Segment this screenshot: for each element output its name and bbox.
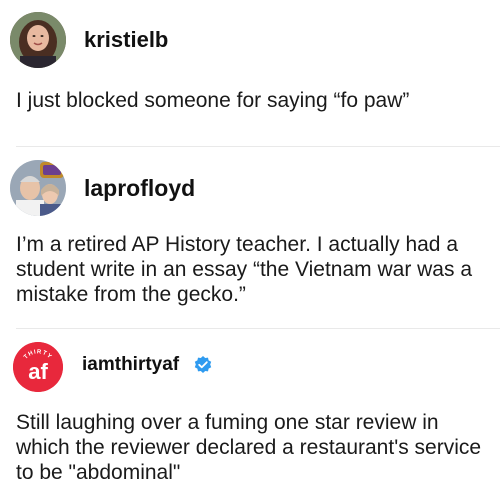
verified-badge-icon xyxy=(193,355,213,380)
logo-badge-text: af xyxy=(28,359,48,384)
post-text: Still laughing over a fuming one star re… xyxy=(16,411,482,484)
username-laprofloyd[interactable]: laprofloyd xyxy=(84,175,195,202)
avatar-iamthirtyaf[interactable]: THIRTY af xyxy=(13,342,63,392)
profile-photo-icon xyxy=(10,12,66,68)
post-text: I just blocked someone for saying “fo pa… xyxy=(16,89,410,112)
username-kristielb[interactable]: kristielb xyxy=(84,27,168,53)
avatar-laprofloyd[interactable] xyxy=(10,160,66,216)
divider xyxy=(16,328,500,329)
profile-photo-icon xyxy=(10,160,66,216)
divider xyxy=(16,146,500,147)
avatar-kristielb[interactable] xyxy=(10,12,66,68)
username-iamthirtyaf[interactable]: iamthirtyaf xyxy=(82,354,179,376)
post-text: I’m a retired AP History teacher. I actu… xyxy=(16,233,473,306)
thirty-af-logo-icon: THIRTY af xyxy=(13,342,63,392)
